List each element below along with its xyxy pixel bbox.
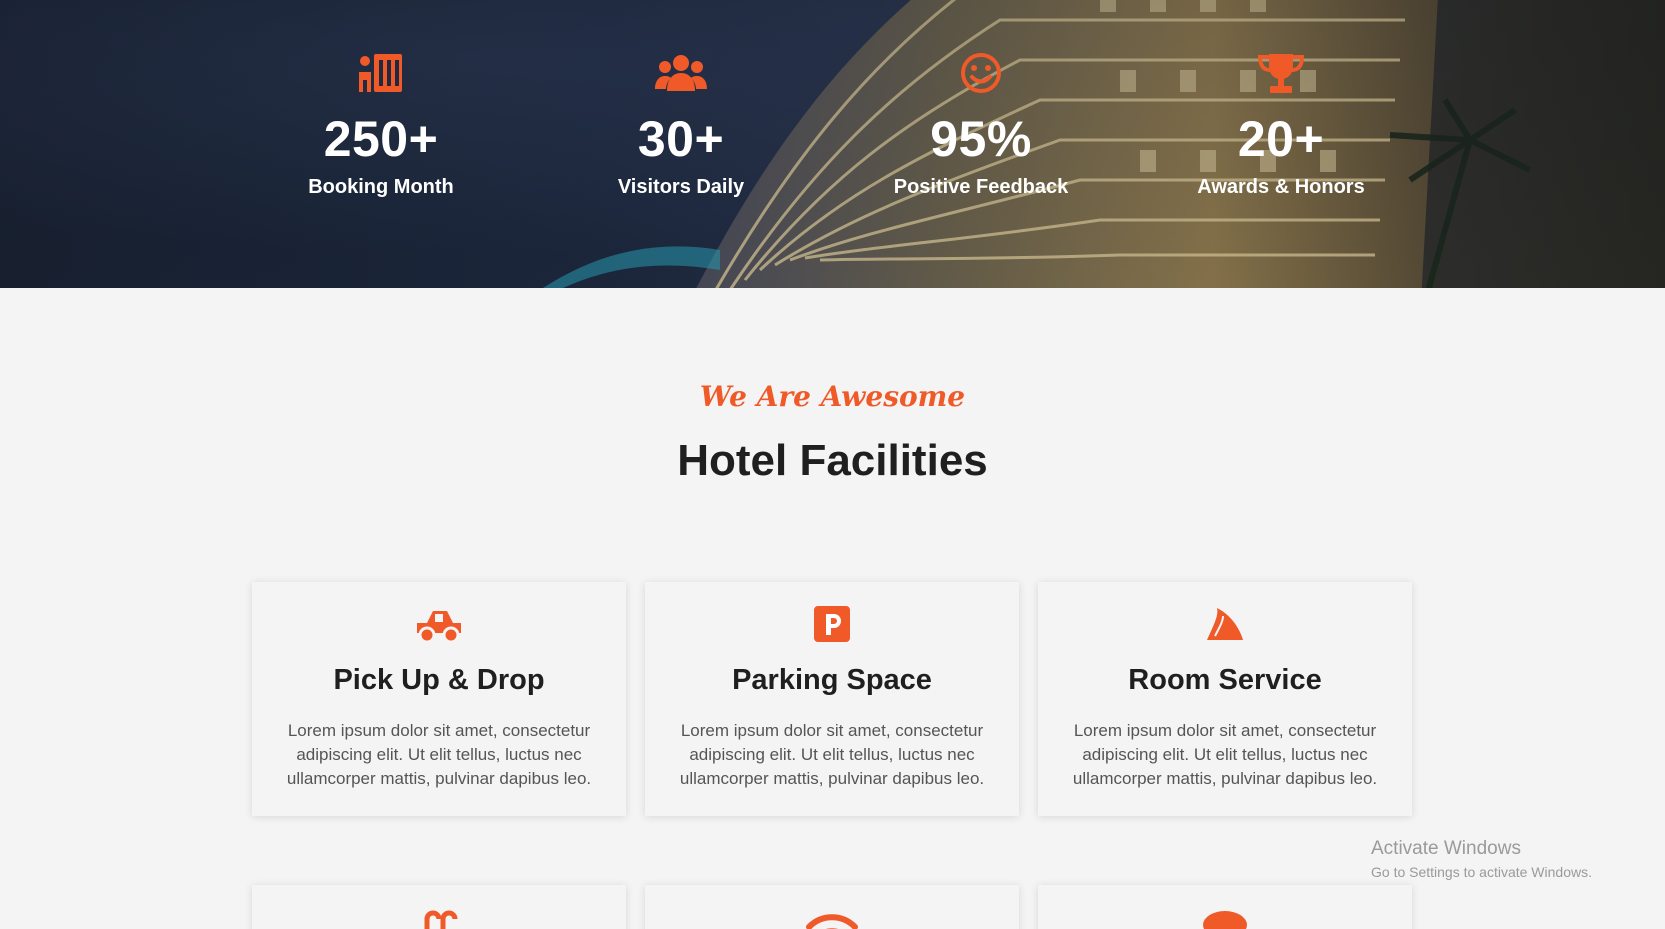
stat-value: 30+ [637,111,725,167]
stat-visitors-daily: 30+ Visitors Daily [531,50,831,199]
wifi-icon [645,907,1019,929]
watermark-title: Activate Windows [1371,838,1521,859]
smiley-face-icon [831,50,1131,96]
facility-card-wifi [645,885,1019,929]
stats-row: 250+ Booking Month 30+ Visitors Daily 95… [0,0,1665,288]
stat-label: Awards & Honors [1197,176,1365,198]
facility-card-pickup-drop: Pick Up & Drop Lorem ipsum dolor sit ame… [252,582,626,816]
room-service-icon [1038,604,1412,644]
stat-value: 250+ [323,111,439,167]
stat-label: Positive Feedback [893,176,1069,198]
hotel-building-icon [231,50,531,96]
parking-sign-icon [645,604,1019,644]
facility-description: Lorem ipsum dolor sit amet, consectetur … [679,721,985,788]
stats-hero-banner: 250+ Booking Month 30+ Visitors Daily 95… [0,0,1665,288]
trophy-icon [1131,50,1431,96]
watermark-subtitle: Go to Settings to activate Windows. [1371,864,1592,880]
stat-positive-feedback: 95% Positive Feedback [831,50,1131,199]
facility-title: Room Service [1128,664,1322,696]
swimming-pool-icon [252,907,626,929]
chef-hat-icon [1038,907,1412,929]
stat-label: Visitors Daily [617,176,745,198]
section-tagline: We Are Awesome [699,380,966,413]
stat-value: 95% [930,111,1032,167]
section-title: Hotel Facilities [677,436,988,485]
stat-booking-month: 250+ Booking Month [231,50,531,199]
facility-card-room-service: Room Service Lorem ipsum dolor sit amet,… [1038,582,1412,816]
stat-awards-honors: 20+ Awards & Honors [1131,50,1431,199]
facility-card-parking-space: Parking Space Lorem ipsum dolor sit amet… [645,582,1019,816]
facility-description: Lorem ipsum dolor sit amet, consectetur … [286,721,592,788]
facility-card-swimming-pool [252,885,626,929]
users-group-icon [531,50,831,96]
windows-activation-watermark: Activate Windows Go to Settings to activ… [1371,838,1592,880]
stat-value: 20+ [1237,111,1325,167]
pickup-truck-icon [252,604,626,644]
stat-label: Booking Month [308,176,454,198]
facility-title: Parking Space [732,664,932,696]
facility-title: Pick Up & Drop [333,664,545,696]
facility-description: Lorem ipsum dolor sit amet, consectetur … [1072,721,1378,788]
facility-card-restaurant [1038,885,1412,929]
